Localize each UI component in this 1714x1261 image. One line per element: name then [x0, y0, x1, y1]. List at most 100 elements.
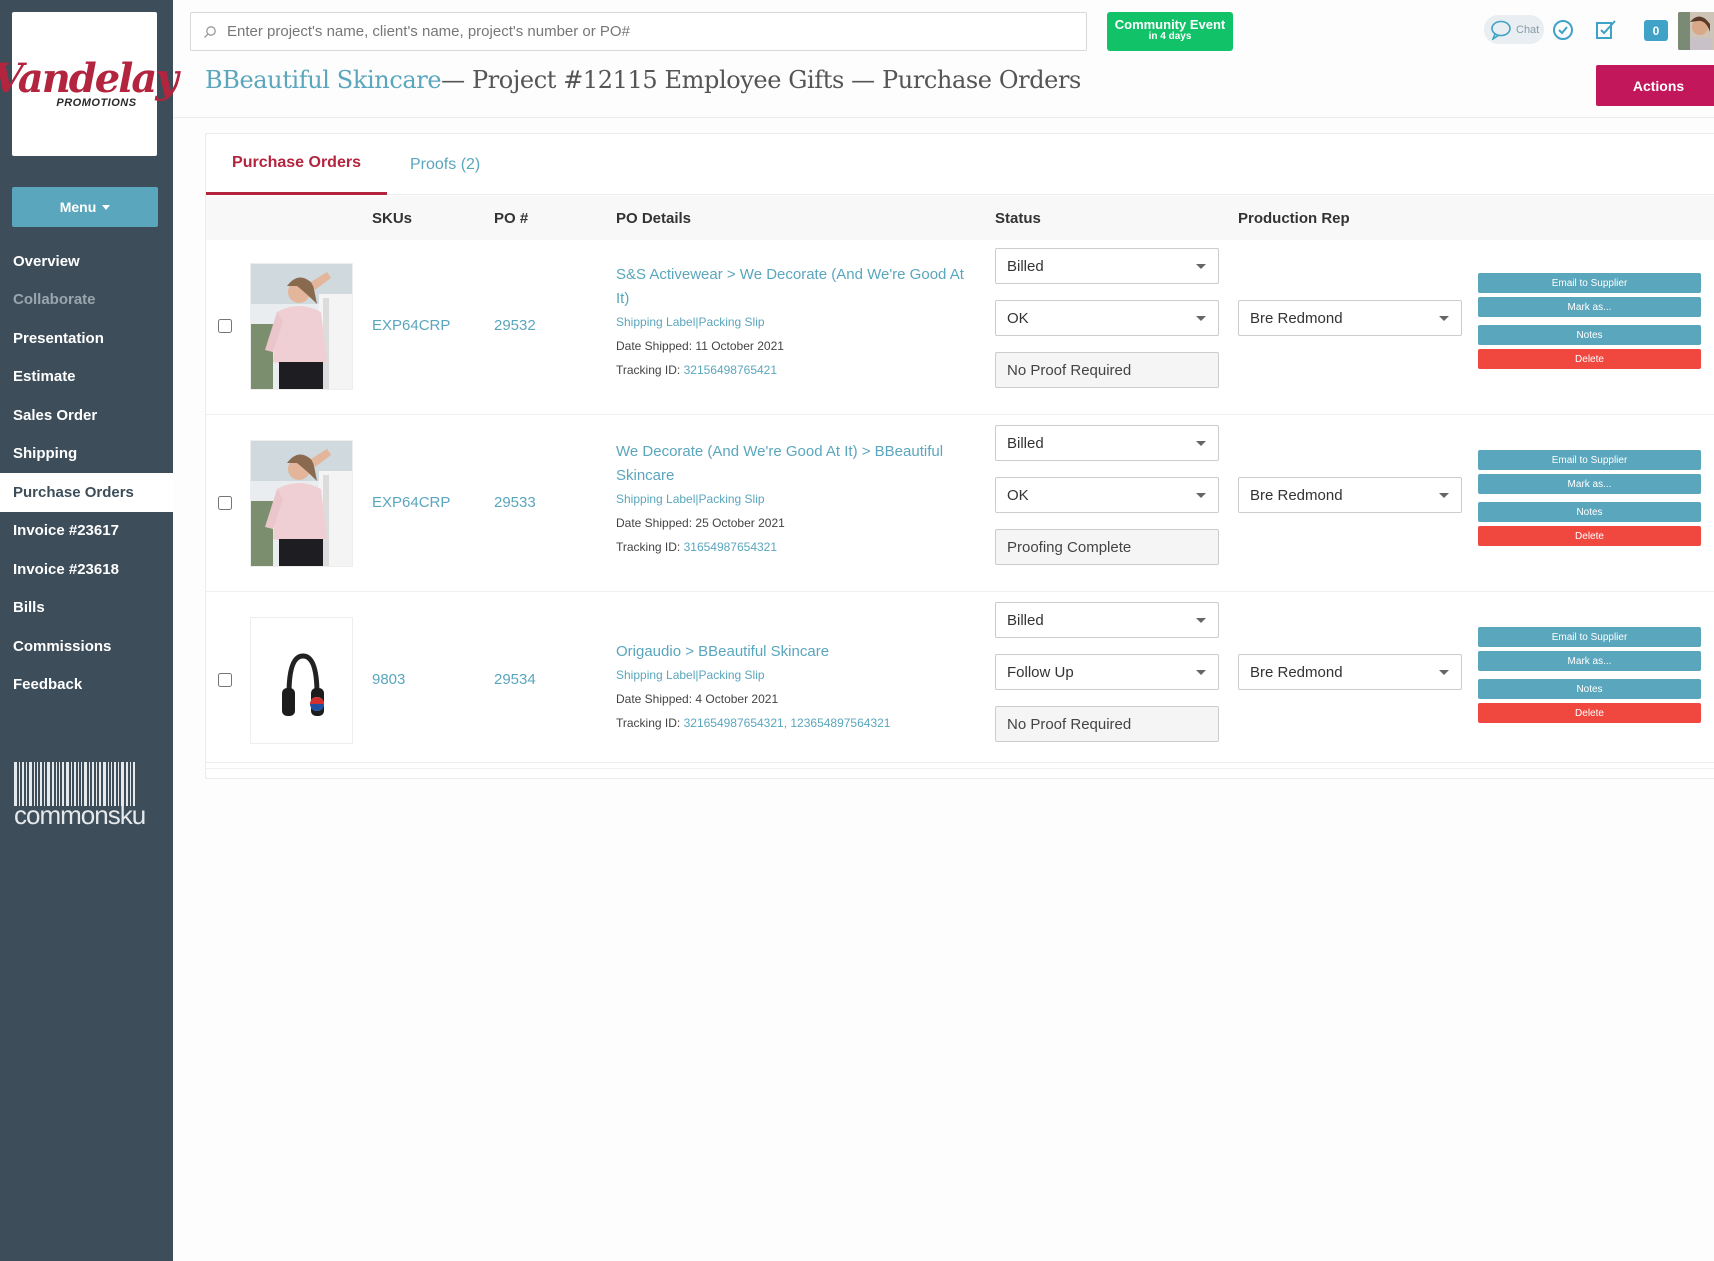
avatar-image: [1678, 12, 1714, 50]
billing-status-select[interactable]: Billed: [995, 248, 1219, 284]
tracking-id-label: Tracking ID:: [616, 540, 681, 554]
notification-count-badge[interactable]: 0: [1644, 20, 1668, 41]
row-select-checkbox[interactable]: [218, 319, 232, 333]
tab-purchase-orders[interactable]: Purchase Orders: [206, 134, 387, 195]
mark-as-button[interactable]: Mark as...: [1478, 474, 1701, 494]
email-to-supplier-button[interactable]: Email to Supplier: [1478, 450, 1701, 470]
company-logo[interactable]: Vandelay PROMOTIONS: [0, 12, 179, 156]
billing-status-select[interactable]: Billed: [995, 602, 1219, 638]
sidebar-item-invoice-23618[interactable]: Invoice #23618: [0, 550, 173, 589]
sidebar-item-invoice-23617[interactable]: Invoice #23617: [0, 512, 173, 551]
title-divider: [173, 117, 1714, 118]
date-shipped-label: Date Shipped:: [616, 516, 693, 530]
sku-link[interactable]: EXP64CRP: [372, 494, 450, 511]
chevron-down-icon: [1196, 493, 1206, 498]
po-status-select[interactable]: OK: [995, 300, 1219, 336]
header-skus: SKUs: [372, 209, 413, 227]
po-supplier-link[interactable]: S&S Activewear > We Decorate (And We're …: [616, 263, 978, 311]
delete-button[interactable]: Delete: [1478, 349, 1701, 369]
mark-as-button[interactable]: Mark as...: [1478, 651, 1701, 671]
po-status-select[interactable]: OK: [995, 477, 1219, 513]
chat-label: Chat: [1516, 23, 1540, 36]
production-rep-select[interactable]: Bre Redmond: [1238, 654, 1462, 690]
sidebar-item-commissions[interactable]: Commissions: [0, 627, 173, 666]
row-divider: [206, 414, 1714, 415]
production-rep-value: Bre Redmond: [1250, 309, 1343, 327]
date-shipped-value: 25 October 2021: [695, 516, 785, 530]
delete-button[interactable]: Delete: [1478, 526, 1701, 546]
notes-button[interactable]: Notes: [1478, 502, 1701, 522]
billing-status-select[interactable]: Billed: [995, 425, 1219, 461]
mark-as-button[interactable]: Mark as...: [1478, 297, 1701, 317]
notes-button[interactable]: Notes: [1478, 325, 1701, 345]
row-select-checkbox[interactable]: [218, 673, 232, 687]
notes-button[interactable]: Notes: [1478, 679, 1701, 699]
sidebar-item-shipping[interactable]: Shipping: [0, 435, 173, 474]
po-supplier-link[interactable]: We Decorate (And We're Good At It) > BBe…: [616, 440, 978, 488]
sidebar-item-purchase-orders[interactable]: Purchase Orders: [0, 473, 173, 512]
task-edit-icon[interactable]: [1594, 18, 1618, 42]
header-production-rep: Production Rep: [1238, 209, 1350, 227]
search-icon: [204, 25, 216, 38]
chevron-down-icon: [1196, 670, 1206, 675]
sidebar-item-collaborate[interactable]: Collaborate: [0, 281, 173, 320]
date-shipped: Date Shipped: 25 October 2021: [616, 516, 978, 530]
email-to-supplier-button[interactable]: Email to Supplier: [1478, 273, 1701, 293]
production-rep-value: Bre Redmond: [1250, 663, 1343, 681]
clock-check-icon[interactable]: [1551, 18, 1575, 42]
product-thumbnail[interactable]: [250, 263, 353, 390]
actions-button[interactable]: Actions: [1596, 65, 1714, 106]
po-number-link[interactable]: 29532: [494, 317, 536, 334]
community-event-title: Community Event: [1114, 17, 1226, 32]
tracking-id-label: Tracking ID:: [616, 363, 681, 377]
panel-footer-divider: [206, 762, 1714, 763]
client-name-link[interactable]: BBeautiful Skincare: [205, 66, 442, 94]
menu-button[interactable]: Menu: [12, 187, 158, 227]
po-number-link[interactable]: 29534: [494, 671, 536, 688]
tracking-id-link[interactable]: 32156498765421: [684, 363, 777, 377]
search-bar[interactable]: [190, 12, 1087, 51]
purchase-orders-panel: Purchase Orders Proofs (2) SKUs PO # PO …: [205, 133, 1714, 779]
tracking-id: Tracking ID: 32156498765421: [616, 363, 978, 377]
product-shirt-image: [251, 441, 352, 566]
chevron-down-icon: [1196, 264, 1206, 269]
tab-proofs[interactable]: Proofs (2): [410, 134, 480, 195]
search-input[interactable]: [227, 23, 1067, 40]
production-rep-select[interactable]: Bre Redmond: [1238, 477, 1462, 513]
community-event-button[interactable]: Community Event in 4 days: [1107, 12, 1233, 51]
chevron-down-icon: [1439, 493, 1449, 498]
sku-link[interactable]: 9803: [372, 671, 405, 688]
sidebar-item-estimate[interactable]: Estimate: [0, 358, 173, 397]
po-details: We Decorate (And We're Good At It) > BBe…: [616, 440, 978, 554]
chat-button[interactable]: Chat: [1484, 15, 1544, 44]
row-select-checkbox[interactable]: [218, 496, 232, 510]
product-thumbnail[interactable]: [250, 617, 353, 744]
email-to-supplier-button[interactable]: Email to Supplier: [1478, 627, 1701, 647]
header-po-details: PO Details: [616, 209, 692, 227]
tracking-id-link[interactable]: 31654987654321: [684, 540, 777, 554]
po-status-value: Follow Up: [1007, 663, 1074, 681]
shipping-label-packing-slip-link[interactable]: Shipping Label|Packing Slip: [616, 668, 978, 682]
shipping-label-packing-slip-link[interactable]: Shipping Label|Packing Slip: [616, 492, 978, 506]
billing-status-value: Billed: [1007, 434, 1044, 452]
po-number-link[interactable]: 29533: [494, 494, 536, 511]
sidebar-item-bills[interactable]: Bills: [0, 589, 173, 628]
delete-button[interactable]: Delete: [1478, 703, 1701, 723]
po-status-select[interactable]: Follow Up: [995, 654, 1219, 690]
user-avatar[interactable]: [1678, 12, 1714, 50]
date-shipped-value: 4 October 2021: [695, 692, 779, 706]
tracking-id-link[interactable]: 321654987654321, 123654897564321: [684, 716, 891, 730]
logo-wordmark: Vandelay: [0, 55, 179, 102]
po-status-value: OK: [1007, 486, 1029, 504]
shipping-label-packing-slip-link[interactable]: Shipping Label|Packing Slip: [616, 315, 978, 329]
product-thumbnail[interactable]: [250, 440, 353, 567]
sidebar-item-feedback[interactable]: Feedback: [0, 666, 173, 705]
sidebar-item-presentation[interactable]: Presentation: [0, 319, 173, 358]
sku-link[interactable]: EXP64CRP: [372, 317, 450, 334]
po-supplier-link[interactable]: Origaudio > BBeautiful Skincare: [616, 640, 978, 664]
community-event-subtitle: in 4 days: [1148, 31, 1192, 42]
sidebar-item-overview[interactable]: Overview: [0, 242, 173, 281]
production-rep-select[interactable]: Bre Redmond: [1238, 300, 1462, 336]
sidebar-item-sales-order[interactable]: Sales Order: [0, 396, 173, 435]
date-shipped: Date Shipped: 4 October 2021: [616, 692, 978, 706]
